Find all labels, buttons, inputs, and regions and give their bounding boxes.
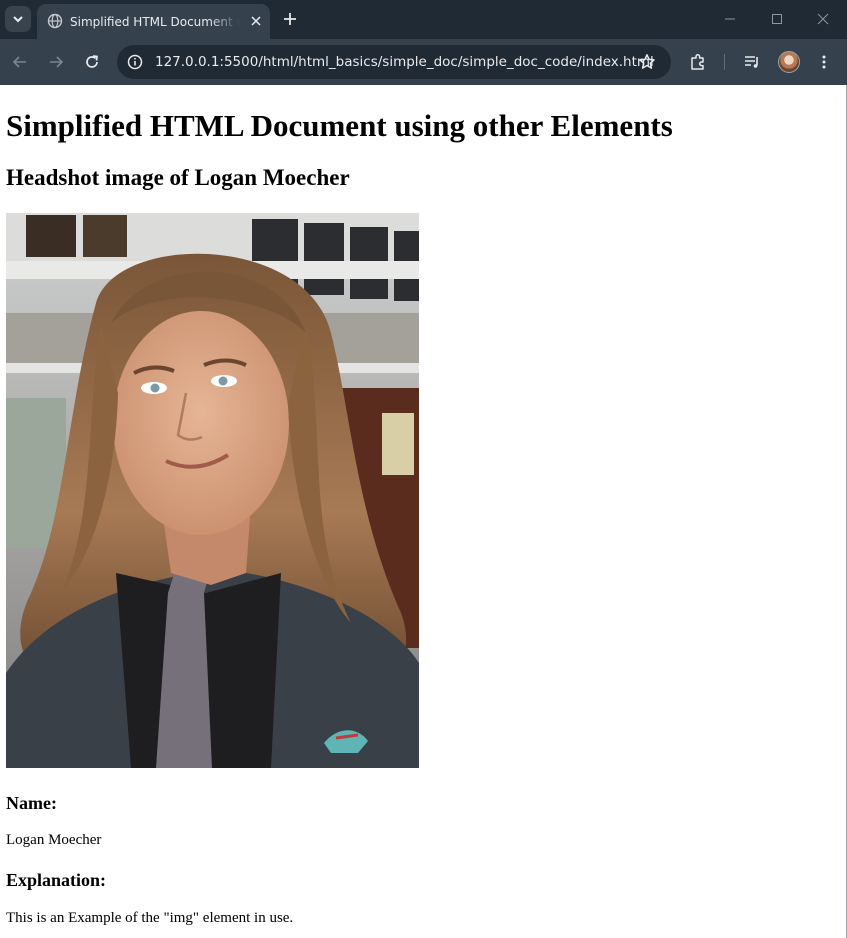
url-text[interactable]: 127.0.0.1:5500/html/html_basics/simple_d… xyxy=(155,53,654,71)
extensions-button[interactable] xyxy=(686,50,710,74)
tab-search-button[interactable] xyxy=(5,6,31,32)
plus-icon xyxy=(284,13,296,25)
chevron-down-icon xyxy=(13,16,23,23)
explanation-text: This is an Example of the "img" element … xyxy=(6,910,294,926)
back-button[interactable] xyxy=(8,50,32,74)
tab-title: Simplified HTML Document using other Ele… xyxy=(70,15,240,29)
reading-list-button[interactable] xyxy=(740,50,764,74)
minimize-icon xyxy=(725,18,735,20)
puzzle-icon xyxy=(691,53,704,70)
browser-toolbar: 127.0.0.1:5500/html/html_basics/simple_d… xyxy=(0,39,847,85)
maximize-icon xyxy=(772,14,782,24)
headshot-image xyxy=(6,213,419,768)
close-icon xyxy=(251,16,261,26)
page-content: Simplified HTML Document using other Ele… xyxy=(0,85,847,938)
info-icon xyxy=(127,54,143,70)
close-window-icon xyxy=(817,13,829,25)
address-bar[interactable]: 127.0.0.1:5500/html/html_basics/simple_d… xyxy=(117,45,671,79)
reload-button[interactable] xyxy=(80,50,104,74)
back-arrow-icon xyxy=(12,56,26,68)
browser-menu-button[interactable] xyxy=(812,50,836,74)
headshot-illustration xyxy=(6,213,419,768)
close-window-button[interactable] xyxy=(812,8,834,30)
name-label: Name: xyxy=(6,793,57,813)
new-tab-button[interactable] xyxy=(280,9,300,29)
page-title: Simplified HTML Document using other Ele… xyxy=(6,108,673,143)
name-value: Logan Moecher xyxy=(6,832,102,848)
forward-button[interactable] xyxy=(44,50,68,74)
active-tab[interactable]: Simplified HTML Document using other Ele… xyxy=(37,4,270,39)
maximize-button[interactable] xyxy=(766,8,788,30)
site-info-button[interactable] xyxy=(124,51,146,73)
toolbar-separator xyxy=(724,54,725,70)
tab-close-button[interactable] xyxy=(247,12,265,30)
explanation-label: Explanation: xyxy=(6,870,107,890)
image-heading: Headshot image of Logan Moecher xyxy=(6,165,350,190)
star-icon xyxy=(639,54,655,69)
minimize-button[interactable] xyxy=(719,8,741,30)
profile-avatar[interactable] xyxy=(778,51,800,73)
reload-icon xyxy=(86,55,98,68)
globe-icon xyxy=(47,13,63,29)
forward-arrow-icon xyxy=(50,56,64,68)
bookmark-button[interactable] xyxy=(636,51,658,73)
tab-strip: Simplified HTML Document using other Ele… xyxy=(0,0,847,39)
kebab-menu-icon xyxy=(822,55,826,69)
reading-list-icon xyxy=(745,56,758,68)
